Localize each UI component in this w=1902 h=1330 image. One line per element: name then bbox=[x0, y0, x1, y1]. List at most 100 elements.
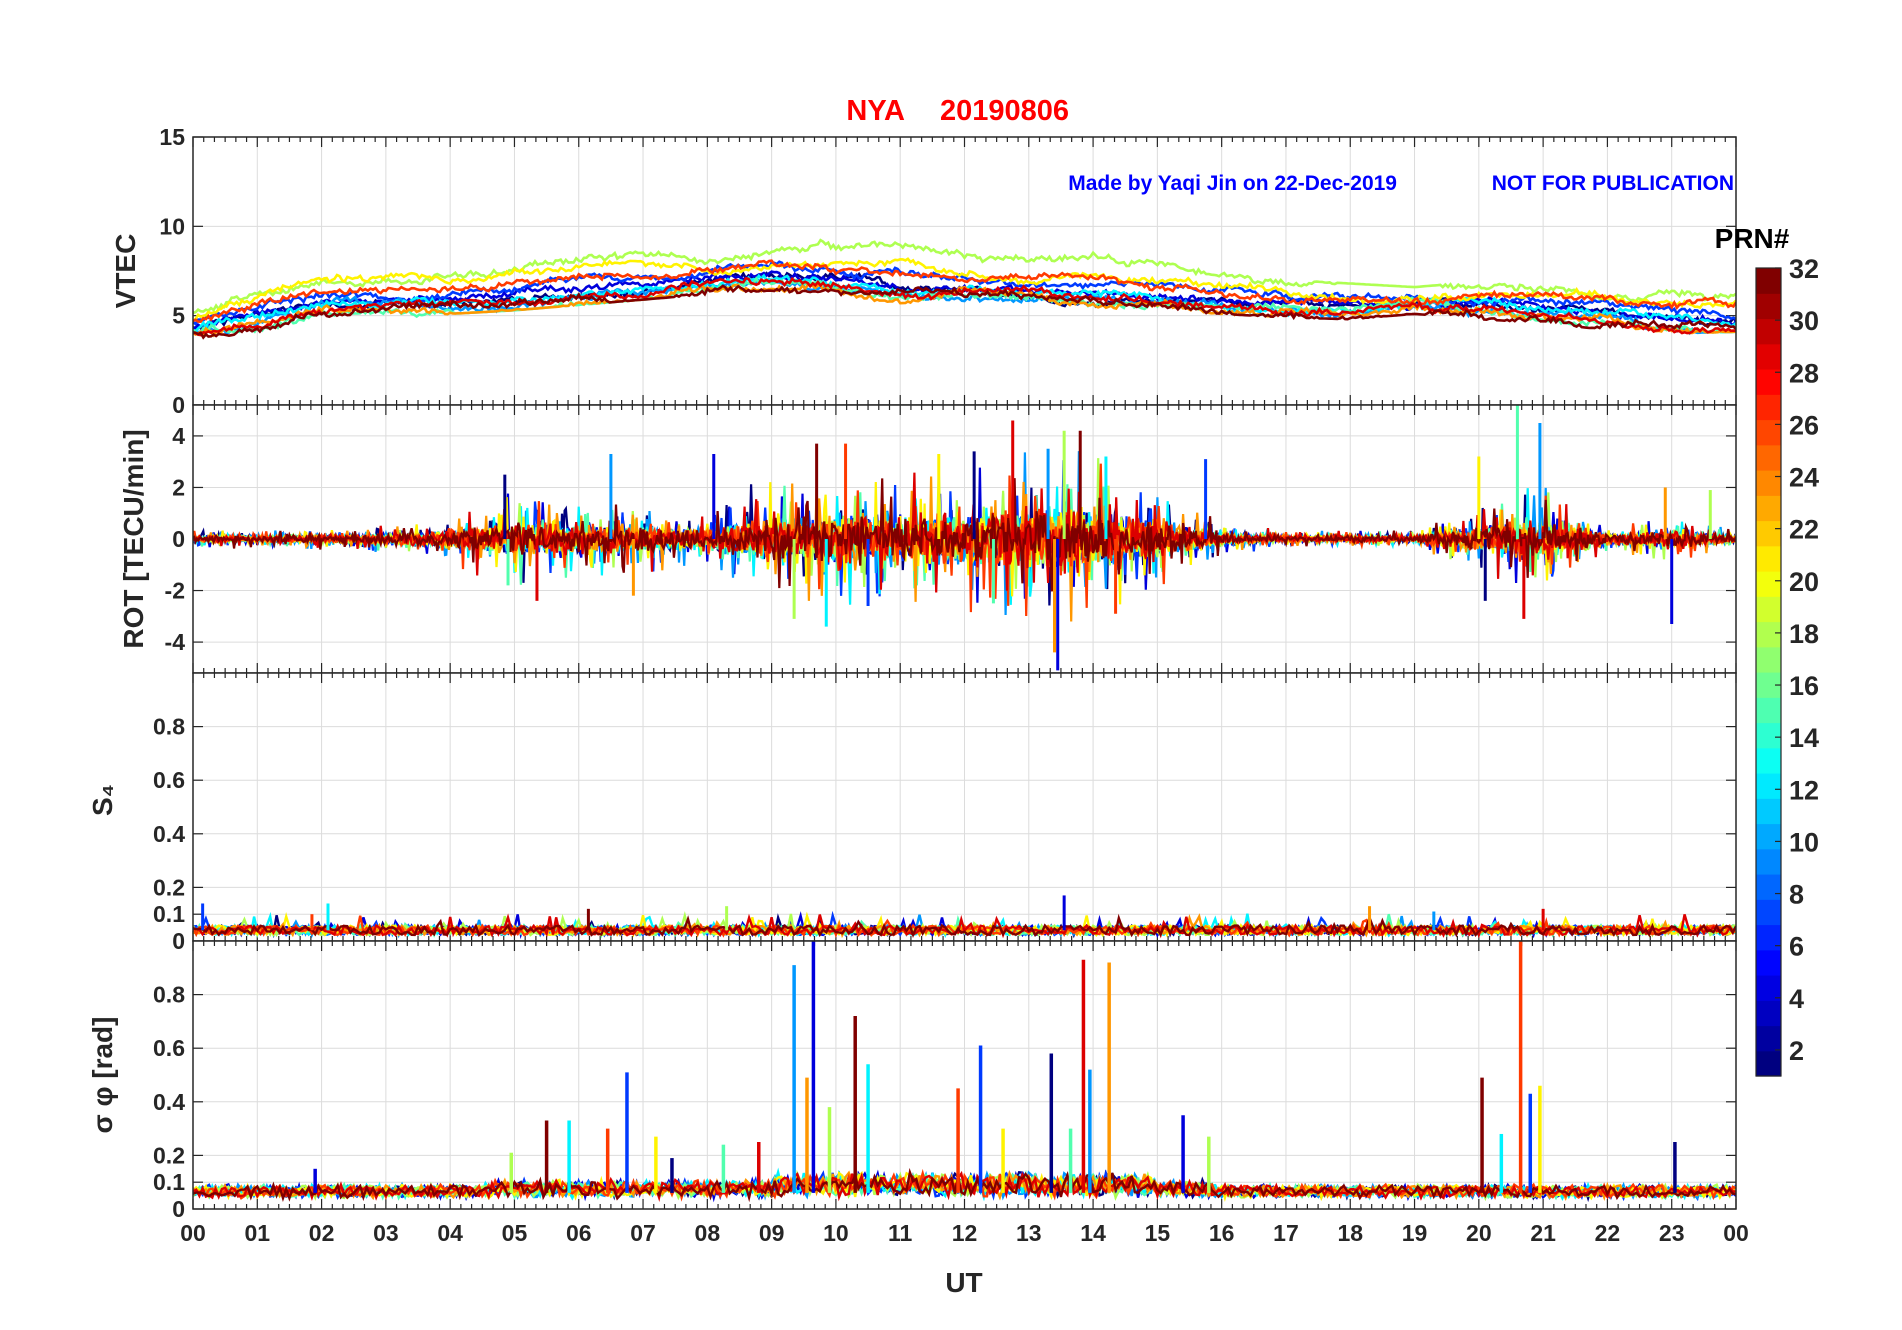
colorbar-tick-label: 4 bbox=[1789, 984, 1804, 1014]
colorbar-tick-label: 8 bbox=[1789, 880, 1804, 910]
vtec-ylabel: VTEC bbox=[110, 234, 141, 309]
credit-text: Made by Yaqi Jin on 22-Dec-2019 bbox=[1068, 172, 1397, 195]
figure-canvas: NYA 20190806 051015 Made by Yaqi Jin on … bbox=[87, 95, 1819, 1298]
y-tick-label: 0 bbox=[172, 928, 185, 954]
colorbar-title: PRN# bbox=[1715, 223, 1790, 254]
colorbar-cell bbox=[1756, 369, 1781, 395]
x-tick-label: 17 bbox=[1273, 1220, 1299, 1246]
colorbar-tick-label: 14 bbox=[1789, 723, 1819, 753]
x-tick-label: 06 bbox=[566, 1220, 592, 1246]
x-tick-label: 02 bbox=[309, 1220, 335, 1246]
colorbar-cell bbox=[1756, 545, 1781, 572]
colorbar-cell bbox=[1756, 1050, 1781, 1077]
colorbar-ticks: 2468101214161820222426283032 bbox=[1775, 254, 1819, 1066]
x-tick-label: 05 bbox=[502, 1220, 528, 1246]
x-tick-label: 19 bbox=[1402, 1220, 1428, 1246]
x-tick-label: 22 bbox=[1595, 1220, 1621, 1246]
colorbar-cell bbox=[1756, 293, 1781, 320]
y-tick-label: 0.2 bbox=[153, 874, 185, 900]
x-tick-label: 07 bbox=[630, 1220, 656, 1246]
y-tick-label: -4 bbox=[165, 629, 186, 655]
colorbar-cell bbox=[1756, 646, 1781, 673]
colorbar-cell bbox=[1756, 874, 1781, 900]
x-tick-label: 15 bbox=[1145, 1220, 1171, 1246]
colorbar-tick-label: 12 bbox=[1789, 775, 1819, 805]
x-tick-label: 03 bbox=[373, 1220, 399, 1246]
y-tick-label: 10 bbox=[159, 213, 185, 239]
title-date: 20190806 bbox=[940, 95, 1069, 127]
x-tick-label: 09 bbox=[759, 1220, 785, 1246]
colorbar-tick-label: 24 bbox=[1789, 463, 1819, 493]
s4-ylabel: S₄ bbox=[87, 784, 118, 816]
x-tick-label: 00 bbox=[1723, 1220, 1749, 1246]
colorbar-cell bbox=[1756, 747, 1781, 774]
colorbar-cell bbox=[1756, 697, 1781, 724]
colorbar-cell bbox=[1756, 268, 1781, 294]
y-tick-label: 4 bbox=[172, 423, 185, 449]
x-axis-label: UT bbox=[945, 1267, 982, 1298]
x-tick-label: 12 bbox=[952, 1220, 978, 1246]
y-tick-label: 0.4 bbox=[153, 1089, 185, 1115]
y-tick-label: 2 bbox=[172, 474, 185, 500]
colorbar-cell bbox=[1756, 571, 1781, 597]
colorbar-tick-label: 16 bbox=[1789, 671, 1819, 701]
x-tick-label: 20 bbox=[1466, 1220, 1492, 1246]
y-tick-label: 0 bbox=[172, 392, 185, 418]
y-tick-label: 0.4 bbox=[153, 821, 185, 847]
panel-rot: -4 -2 0 2 4 ROT [TECU/min] bbox=[118, 404, 1737, 674]
colorbar-cell bbox=[1756, 773, 1781, 799]
colorbar-tick-label: 20 bbox=[1789, 567, 1819, 597]
colorbar-cell bbox=[1756, 495, 1781, 522]
colorbar-cell bbox=[1756, 520, 1781, 547]
colorbar-cell bbox=[1756, 343, 1781, 370]
y-tick-label: 0.2 bbox=[153, 1142, 185, 1168]
x-tick-label: 14 bbox=[1080, 1220, 1106, 1246]
colorbar-tick-label: 26 bbox=[1789, 410, 1819, 440]
colorbar-tick-label: 30 bbox=[1789, 306, 1819, 336]
colorbar-tick-label: 2 bbox=[1789, 1036, 1804, 1066]
title-station: NYA bbox=[846, 95, 905, 127]
panel-s4: 00.10.2 0.4 0.6 0.8 S₄ bbox=[87, 672, 1737, 954]
y-tick-label: -2 bbox=[165, 578, 185, 604]
colorbar-cell bbox=[1756, 470, 1781, 496]
colorbar-cell bbox=[1756, 394, 1781, 421]
y-tick-label: 0.8 bbox=[153, 982, 185, 1008]
colorbar-cell bbox=[1756, 823, 1781, 850]
y-tick-label: 0.1 bbox=[153, 1169, 185, 1195]
y-tick-label: 0.6 bbox=[153, 1035, 185, 1061]
rot-ylabel: ROT [TECU/min] bbox=[118, 429, 149, 648]
y-tick-label: 5 bbox=[172, 303, 185, 329]
colorbar-cell bbox=[1756, 596, 1781, 623]
colorbar-cell bbox=[1756, 444, 1781, 471]
colorbar-cell bbox=[1756, 318, 1781, 345]
x-tick-label: 18 bbox=[1337, 1220, 1363, 1246]
x-tick-label: 04 bbox=[437, 1220, 463, 1246]
x-tick-label: 11 bbox=[888, 1220, 913, 1246]
x-tick-label: 08 bbox=[695, 1220, 721, 1246]
y-tick-label: 0 bbox=[172, 526, 185, 552]
colorbar-tick-label: 6 bbox=[1789, 932, 1804, 962]
colorbar-tick-label: 32 bbox=[1789, 254, 1819, 284]
x-tick-label: 01 bbox=[244, 1220, 270, 1246]
colorbar-tick-label: 10 bbox=[1789, 827, 1819, 857]
colorbar-cell bbox=[1756, 1000, 1781, 1027]
x-tick-label: 10 bbox=[823, 1220, 849, 1246]
colorbar-cell bbox=[1756, 722, 1781, 749]
panel-vtec: 0 5 10 15 Made by Yaqi Jin on 22-Dec-2019 N… bbox=[110, 124, 1737, 418]
y-tick-label: 0.8 bbox=[153, 714, 185, 740]
colorbar-cell bbox=[1756, 975, 1781, 1001]
colorbar-cell bbox=[1756, 1025, 1781, 1052]
y-tick-label: 0.6 bbox=[153, 767, 185, 793]
colorbar-cell bbox=[1756, 798, 1781, 825]
y-tick-label: 0 bbox=[172, 1196, 185, 1222]
panel-sigma-phi: 00.10.2 0.4 0.6 0.8 00 01 02 03 04 05 06 07 08 09 10 11… bbox=[87, 940, 1749, 1298]
colorbar-cell bbox=[1756, 924, 1781, 951]
colorbar-tick-label: 22 bbox=[1789, 515, 1819, 545]
sigma-ylabel: σ φ [rad] bbox=[87, 1017, 118, 1134]
notice-text: NOT FOR PUBLICATION bbox=[1492, 172, 1734, 195]
colorbar-cell bbox=[1756, 621, 1781, 648]
x-tick-label: 23 bbox=[1659, 1220, 1685, 1246]
colorbar-gradient bbox=[1756, 268, 1781, 1077]
colorbar-cell bbox=[1756, 419, 1781, 446]
colorbar-cell bbox=[1756, 899, 1781, 926]
